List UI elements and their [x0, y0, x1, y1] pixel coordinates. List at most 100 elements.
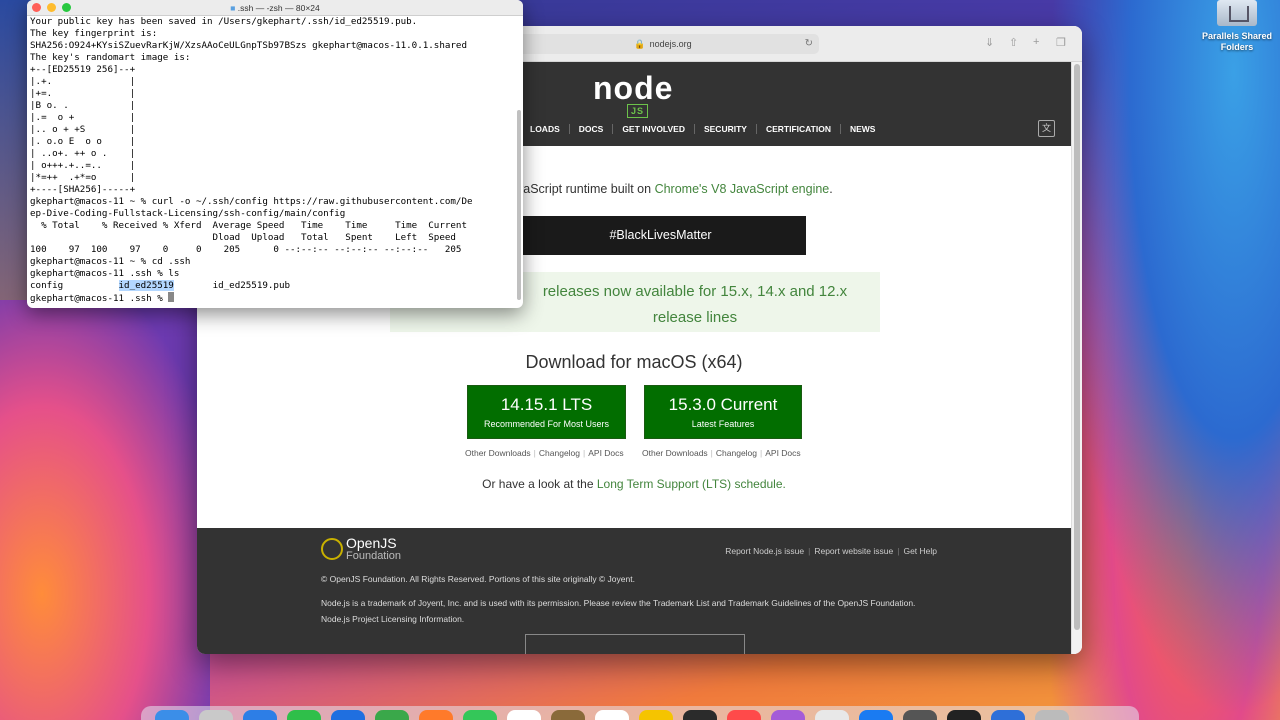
v8-link[interactable]: Chrome's V8 JavaScript engine	[655, 182, 830, 196]
terminal-output[interactable]: Your public key has been saved in /Users…	[27, 16, 523, 305]
dock	[141, 706, 1139, 720]
tabs-overview-icon[interactable]: ❐	[1056, 36, 1066, 49]
lts-api-docs-link[interactable]: API Docs	[588, 448, 623, 458]
tagline-text: vaScript runtime built on	[517, 182, 655, 196]
dock-app-icon[interactable]	[947, 710, 981, 720]
dock-app-icon[interactable]	[463, 710, 497, 720]
nav-downloads[interactable]: LOADS	[521, 124, 570, 134]
lts-changelog-link[interactable]: Changelog	[539, 448, 580, 458]
nav-news[interactable]: NEWS	[841, 124, 885, 134]
licensing-link[interactable]: Node.js Project Licensing Information.	[321, 614, 464, 624]
tagline-end: .	[829, 182, 833, 196]
openjs-foundation-link[interactable]: OpenJS Foundation	[837, 598, 913, 608]
dock-app-icon[interactable]	[859, 710, 893, 720]
dock-app-icon[interactable]	[287, 710, 321, 720]
tagline: vaScript runtime built on Chrome's V8 Ja…	[517, 182, 833, 196]
reload-icon[interactable]: ↻	[805, 34, 813, 54]
current-api-docs-link[interactable]: API Docs	[765, 448, 800, 458]
nodejs-logo[interactable]: node JS	[593, 70, 673, 118]
main-nav: LOADS DOCS GET INVOLVED SECURITY CERTIFI…	[521, 124, 884, 134]
dock-app-icon[interactable]	[155, 710, 189, 720]
address-bar[interactable]: 🔒 nodejs.org ↻	[507, 34, 819, 54]
download-icon[interactable]: ⇓	[985, 36, 994, 49]
new-tab-icon[interactable]: +	[1033, 36, 1039, 48]
dock-app-icon[interactable]	[903, 710, 937, 720]
current-version: 15.3.0 Current	[668, 395, 778, 414]
terminal-titlebar[interactable]: ■ .ssh — -zsh — 80×24	[27, 0, 523, 16]
close-button[interactable]	[32, 3, 41, 12]
terminal-line: |.+. |	[30, 76, 136, 87]
zoom-button[interactable]	[62, 3, 71, 12]
lts-schedule-link[interactable]: Long Term Support (LTS) schedule.	[597, 477, 786, 491]
nav-docs[interactable]: DOCS	[570, 124, 614, 134]
terminal-line: ep-Dive-Coding-Fullstack-Licensing/ssh-c…	[30, 208, 346, 219]
wallpaper-bottom-left	[0, 300, 210, 720]
dock-app-icon[interactable]	[507, 710, 541, 720]
ls-output: config id_ed25519 id_ed25519.pub	[30, 280, 523, 292]
terminal-line: Dload Upload Total Spent Left Speed	[30, 232, 456, 243]
openjs-mark-icon	[321, 538, 343, 560]
terminal-title: .ssh — -zsh — 80×24	[237, 3, 320, 13]
current-changelog-link[interactable]: Changelog	[716, 448, 757, 458]
nav-certification[interactable]: CERTIFICATION	[757, 124, 841, 134]
copyright: © OpenJS Foundation. All Rights Reserved…	[321, 574, 635, 584]
lts-other-downloads-link[interactable]: Other Downloads	[465, 448, 531, 458]
dock-app-icon[interactable]	[639, 710, 673, 720]
terminal-window: ■ .ssh — -zsh — 80×24 Your public key ha…	[27, 0, 523, 308]
terminal-line: |+=. |	[30, 88, 136, 99]
dock-app-icon[interactable]	[815, 710, 849, 720]
terminal-line: Your public key has been saved in /Users…	[30, 16, 418, 27]
dock-app-icon[interactable]	[243, 710, 277, 720]
browser-scrollbar[interactable]	[1071, 62, 1082, 654]
terminal-lines: Your public key has been saved in /Users…	[30, 16, 523, 280]
parallels-shared-folders-icon[interactable]: Parallels Shared Folders	[1200, 0, 1274, 53]
minimize-button[interactable]	[47, 3, 56, 12]
logo-js-badge: JS	[627, 104, 649, 118]
terminal-line: 100 97 100 97 0 0 205 0 --:--:-- --:--:-…	[30, 244, 462, 255]
dock-app-icon[interactable]	[331, 710, 365, 720]
trademark-guidelines-link[interactable]: Trademark Guidelines	[728, 598, 811, 608]
trademark-list-link[interactable]: Trademark List	[653, 598, 709, 608]
dock-app-icon[interactable]	[419, 710, 453, 720]
report-website-issue-link[interactable]: Report website issue	[814, 546, 893, 556]
folder-icon	[1217, 0, 1257, 26]
lts-schedule-text: Or have a look at the	[482, 477, 597, 491]
terminal-line: +--[ED25519 256]--+	[30, 64, 136, 75]
download-current-button[interactable]: 15.3.0 Current Latest Features	[644, 385, 802, 439]
terminal-line: % Total % Received % Xferd Average Speed…	[30, 220, 467, 231]
url-text: nodejs.org	[649, 39, 692, 49]
dock-app-icon[interactable]	[595, 710, 629, 720]
dock-app-icon[interactable]	[1035, 710, 1069, 720]
download-lts-button[interactable]: 14.15.1 LTS Recommended For Most Users	[467, 385, 626, 439]
dock-app-icon[interactable]	[727, 710, 761, 720]
current-other-downloads-link[interactable]: Other Downloads	[642, 448, 708, 458]
dock-app-icon[interactable]	[991, 710, 1025, 720]
wallpaper-right	[1050, 0, 1280, 720]
get-help-link[interactable]: Get Help	[903, 546, 937, 556]
language-icon[interactable]: 文	[1038, 120, 1055, 137]
terminal-line: The key's randomart image is:	[30, 52, 191, 63]
dock-app-icon[interactable]	[199, 710, 233, 720]
footer-widget	[525, 634, 745, 654]
openjs-logo[interactable]: OpenJS Foundation	[321, 536, 401, 562]
blm-banner[interactable]: #BlackLivesMatter	[515, 216, 806, 255]
nav-security[interactable]: SECURITY	[695, 124, 757, 134]
report-node-issue-link[interactable]: Report Node.js issue	[725, 546, 804, 556]
dock-app-icon[interactable]	[771, 710, 805, 720]
dock-app-icon[interactable]	[683, 710, 717, 720]
folder-icon: ■	[230, 3, 236, 13]
terminal-line: SHA256:O924+KYsiSZuevRarKjW/XzsAAoCeULGn…	[30, 40, 467, 51]
window-controls	[32, 3, 71, 12]
trademark-text: Node.js is a trademark of Joyent, Inc. a…	[321, 598, 915, 608]
terminal-prompt: gkephart@macos-11 .ssh %	[30, 293, 169, 304]
dock-app-icon[interactable]	[551, 710, 585, 720]
nav-get-involved[interactable]: GET INVOLVED	[613, 124, 695, 134]
ls-config: config	[30, 280, 119, 291]
footer: OpenJS Foundation Report Node.js issue | R…	[197, 528, 1071, 654]
share-icon[interactable]: ⇧	[1009, 36, 1018, 49]
terminal-scrollbar[interactable]	[517, 110, 521, 300]
terminal-line: gkephart@macos-11 ~ % curl -o ~/.ssh/con…	[30, 196, 473, 207]
trademark-of: of the	[811, 598, 838, 608]
scrollbar-thumb[interactable]	[1074, 64, 1080, 630]
dock-app-icon[interactable]	[375, 710, 409, 720]
